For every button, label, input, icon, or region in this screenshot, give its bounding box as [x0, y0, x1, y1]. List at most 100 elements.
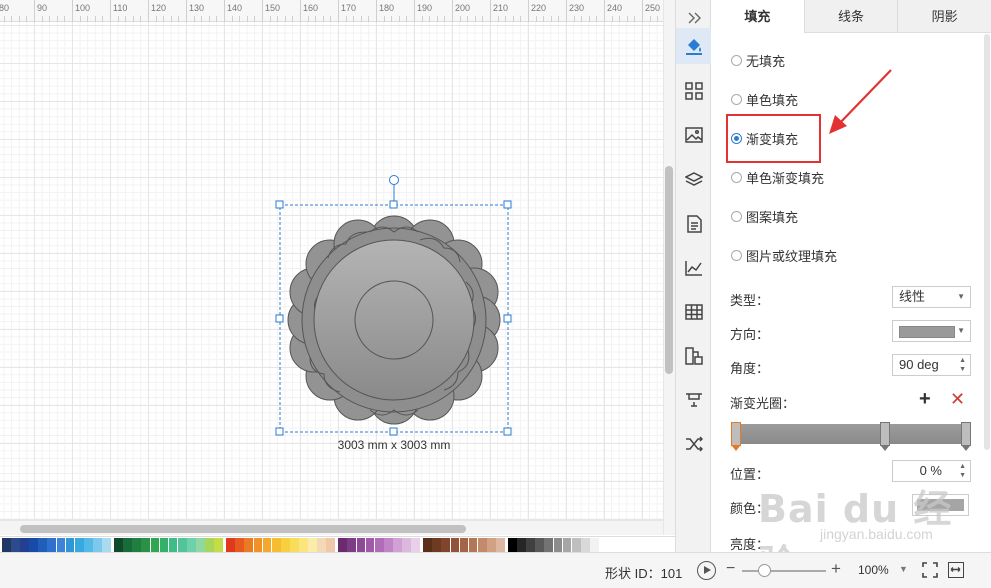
vertical-scroll-thumb[interactable]	[665, 166, 673, 374]
color-swatch[interactable]	[580, 538, 590, 552]
color-swatch[interactable]	[299, 538, 308, 552]
paint-bucket-icon[interactable]	[676, 28, 711, 64]
color-swatch[interactable]	[392, 538, 402, 552]
color-swatch[interactable]	[562, 538, 572, 552]
color-swatch[interactable]	[168, 538, 178, 552]
color-swatch[interactable]	[83, 538, 93, 552]
fullscreen-icon[interactable]	[948, 562, 964, 578]
color-swatch[interactable]	[553, 538, 563, 552]
color-swatch[interactable]	[356, 538, 366, 552]
zoom-slider[interactable]	[742, 570, 826, 572]
color-swatch[interactable]	[38, 538, 48, 552]
type-select[interactable]: 线性 ▼	[892, 286, 971, 308]
zoom-in-button[interactable]: +	[831, 559, 841, 579]
color-swatch[interactable]	[2, 538, 11, 552]
spinner-arrows-icon[interactable]: ▲ ▼	[959, 356, 966, 374]
color-swatch[interactable]	[226, 538, 236, 552]
fill-option-solid[interactable]: 单色填充	[731, 90, 798, 109]
color-swatch[interactable]	[150, 538, 160, 552]
color-swatch[interactable]	[244, 538, 254, 552]
tab-line[interactable]: 线条	[803, 0, 898, 33]
color-swatch[interactable]	[214, 538, 223, 552]
color-swatch[interactable]	[477, 538, 487, 552]
gradient-stop[interactable]	[880, 422, 890, 451]
color-swatch[interactable]	[271, 538, 281, 552]
color-swatch[interactable]	[308, 538, 317, 552]
color-swatch[interactable]	[338, 538, 348, 552]
color-swatch[interactable]	[132, 538, 142, 552]
delete-stop-button[interactable]: ✕	[950, 389, 965, 410]
color-swatch[interactable]	[347, 538, 357, 552]
color-swatch[interactable]	[589, 538, 599, 552]
fill-option-picture[interactable]: 图片或纹理填充	[731, 246, 837, 265]
color-swatch[interactable]	[571, 538, 581, 552]
color-swatch[interactable]	[365, 538, 375, 552]
color-swatch[interactable]	[92, 538, 102, 552]
color-swatch[interactable]	[317, 538, 326, 552]
color-swatch[interactable]	[205, 538, 214, 552]
color-swatch[interactable]	[289, 538, 299, 552]
chevron-down-icon[interactable]: ▼	[899, 564, 908, 574]
horizontal-scroll-thumb[interactable]	[20, 525, 466, 533]
color-swatch[interactable]	[123, 538, 133, 552]
color-swatch[interactable]	[186, 538, 196, 552]
color-swatch[interactable]	[517, 538, 526, 552]
zoom-level[interactable]: 100%	[858, 563, 889, 577]
add-stop-button[interactable]: +	[919, 388, 931, 411]
color-swatch[interactable]	[374, 538, 384, 552]
color-swatch[interactable]	[74, 538, 84, 552]
fit-page-icon[interactable]	[922, 562, 938, 578]
radio-button[interactable]	[731, 250, 742, 261]
color-swatch[interactable]	[383, 538, 393, 552]
color-swatch[interactable]	[262, 538, 272, 552]
color-swatch[interactable]	[29, 538, 39, 552]
fill-option-pattern[interactable]: 图案填充	[731, 207, 798, 226]
gradient-stop-bar[interactable]	[732, 424, 970, 444]
page-icon[interactable]	[676, 206, 711, 242]
tab-fill[interactable]: 填充	[711, 0, 804, 33]
gradient-stop[interactable]	[961, 422, 971, 451]
layers-icon[interactable]	[676, 162, 711, 198]
color-swatch[interactable]	[102, 538, 111, 552]
fill-option-mono-gradient[interactable]: 单色渐变填充	[731, 168, 824, 187]
grid-icon[interactable]	[676, 73, 711, 109]
radio-button[interactable]	[731, 211, 742, 222]
color-swatch[interactable]	[432, 538, 442, 552]
color-swatch[interactable]	[450, 538, 460, 552]
fill-option-none[interactable]: 无填充	[731, 51, 785, 70]
selected-shape[interactable]	[270, 170, 520, 440]
angle-stepper[interactable]: 90 deg ▲ ▼	[892, 354, 971, 376]
color-swatch[interactable]	[526, 538, 536, 552]
color-swatch[interactable]	[11, 538, 20, 552]
color-swatch[interactable]	[402, 538, 411, 552]
color-swatch[interactable]	[195, 538, 205, 552]
color-swatch[interactable]	[459, 538, 469, 552]
shuffle-icon[interactable]	[676, 426, 711, 462]
org-chart-icon[interactable]	[676, 338, 711, 374]
color-swatch[interactable]	[468, 538, 478, 552]
color-swatch[interactable]	[411, 538, 420, 552]
radio-button[interactable]	[731, 55, 742, 66]
color-swatch[interactable]	[253, 538, 263, 552]
direction-select[interactable]: ▼	[892, 320, 971, 342]
tab-shadow[interactable]: 阴影	[897, 0, 991, 33]
color-swatch[interactable]	[535, 538, 545, 552]
table-icon[interactable]	[676, 294, 711, 330]
image-icon[interactable]	[676, 117, 711, 153]
radio-button[interactable]	[731, 94, 742, 105]
presentation-icon[interactable]	[676, 382, 711, 418]
color-swatch[interactable]	[56, 538, 66, 552]
color-swatch[interactable]	[20, 538, 29, 552]
color-swatch[interactable]	[326, 538, 336, 552]
color-swatch[interactable]	[141, 538, 151, 552]
gradient-stop-selected[interactable]	[731, 422, 741, 451]
panel-scrollbar[interactable]	[984, 34, 990, 450]
color-swatch[interactable]	[495, 538, 505, 552]
color-swatch[interactable]	[508, 538, 517, 552]
zoom-slider-handle[interactable]	[758, 564, 771, 577]
color-swatch[interactable]	[177, 538, 187, 552]
zoom-out-button[interactable]: −	[726, 560, 735, 578]
color-swatch[interactable]	[159, 538, 169, 552]
chart-icon[interactable]	[676, 250, 711, 286]
play-icon[interactable]	[697, 561, 716, 580]
